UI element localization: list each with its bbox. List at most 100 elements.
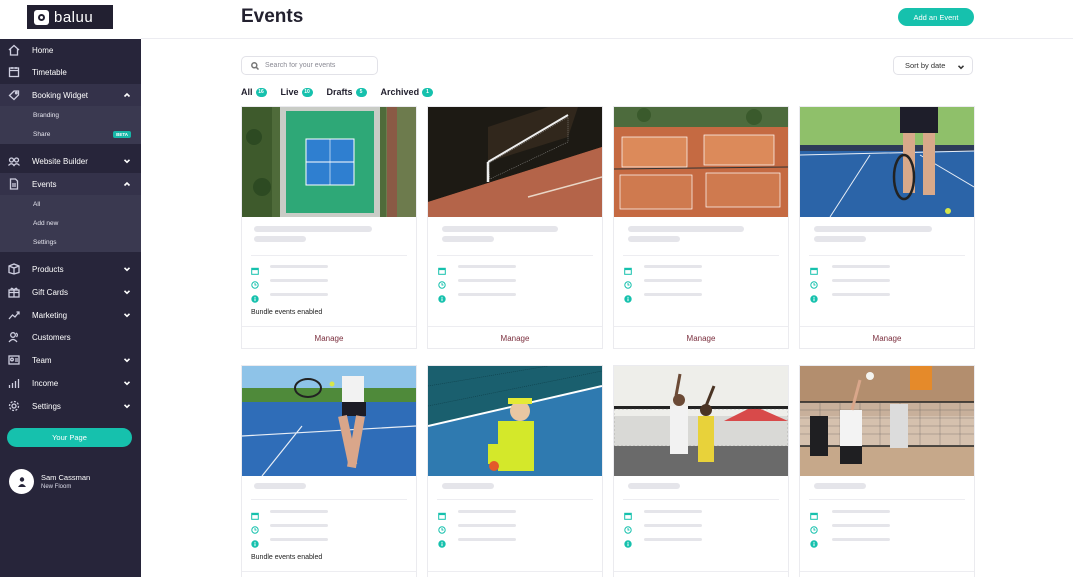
sidebar-item-marketing[interactable]: Marketing <box>0 304 141 326</box>
events-submenu: All Add new Settings <box>0 195 141 252</box>
event-card[interactable]: Manage <box>799 106 975 349</box>
clock-icon <box>251 276 259 289</box>
sidebar: baluu Home Timetable Booking Widget Bran… <box>0 0 141 577</box>
user-avatar-icon <box>17 476 26 487</box>
chevron-down-icon <box>123 356 131 364</box>
event-image[interactable] <box>614 107 788 217</box>
tab-archived[interactable]: Archived 1 <box>381 87 434 97</box>
tab-live[interactable]: Live 10 <box>281 87 313 97</box>
document-icon <box>7 178 21 190</box>
sidebar-item-website-builder[interactable]: Website Builder <box>0 150 141 172</box>
tab-label: Drafts <box>326 87 353 97</box>
sidebar-item-events[interactable]: Events <box>0 173 141 195</box>
sidebar-item-label: Income <box>32 378 59 388</box>
event-card[interactable]: Manage <box>427 106 603 349</box>
manage-button[interactable]: Manage <box>242 327 416 349</box>
calendar-icon <box>7 66 21 78</box>
manage-button[interactable]: Manage <box>614 327 788 349</box>
event-card[interactable] <box>799 365 975 577</box>
sidebar-item-settings[interactable]: Settings <box>0 395 141 417</box>
calendar-icon <box>810 262 818 275</box>
sidebar-subitem-all[interactable]: All <box>0 195 141 214</box>
sidebar-subitem-branding[interactable]: Branding <box>0 106 141 125</box>
tab-label: Archived <box>380 87 420 97</box>
calendar-icon <box>438 262 446 275</box>
search-box[interactable] <box>241 56 378 75</box>
user-profile[interactable]: Sam Cassman New Floom <box>9 469 90 494</box>
info-icon <box>438 290 446 303</box>
tab-all[interactable]: All 16 <box>241 87 267 97</box>
avatar <box>9 469 34 494</box>
event-image[interactable] <box>242 366 416 476</box>
manage-button[interactable]: Manage <box>428 327 602 349</box>
event-card[interactable]: Manage <box>613 106 789 349</box>
your-page-button[interactable]: Your Page <box>7 428 132 447</box>
calendar-icon <box>251 507 259 520</box>
event-image[interactable] <box>242 107 416 217</box>
sidebar-item-team[interactable]: Team <box>0 349 141 371</box>
bar-chart-icon <box>7 377 21 389</box>
logo-text: baluu <box>54 8 94 26</box>
chevron-up-icon <box>123 180 131 188</box>
sidebar-subitem-share[interactable]: Share BETA <box>0 125 141 144</box>
chevron-down-icon <box>123 288 131 296</box>
event-image[interactable] <box>428 107 602 217</box>
add-event-button[interactable]: Add an Event <box>898 8 974 26</box>
trend-icon <box>7 309 21 321</box>
clock-icon <box>810 276 818 289</box>
tab-drafts[interactable]: Drafts 5 <box>327 87 367 97</box>
sidebar-item-label: Marketing <box>32 310 68 320</box>
event-image[interactable] <box>800 107 974 217</box>
sidebar-item-income[interactable]: Income <box>0 372 141 394</box>
chevron-down-icon <box>123 379 131 387</box>
search-input[interactable] <box>265 62 375 69</box>
sidebar-item-customers[interactable]: Customers <box>0 326 141 348</box>
sidebar-subitem-add-new[interactable]: Add new <box>0 214 141 233</box>
event-image[interactable] <box>614 366 788 476</box>
sidebar-subitem-settings[interactable]: Settings <box>0 233 141 252</box>
app-root: baluu Home Timetable Booking Widget Bran… <box>0 0 1073 577</box>
subitem-label: Add new <box>33 220 59 227</box>
users-icon <box>7 155 21 167</box>
search-icon <box>251 61 259 70</box>
tag-icon <box>7 89 21 101</box>
bundle-status: Bundle events enabled <box>251 309 323 316</box>
sidebar-item-gift-cards[interactable]: Gift Cards <box>0 281 141 303</box>
event-card[interactable]: Bundle events enabled <box>241 365 417 577</box>
tab-count-badge: 16 <box>255 87 267 97</box>
gift-icon <box>7 286 21 298</box>
event-image[interactable] <box>428 366 602 476</box>
info-icon <box>251 290 259 303</box>
info-icon <box>810 535 818 548</box>
chevron-down-icon <box>123 402 131 410</box>
info-icon <box>438 535 446 548</box>
logo[interactable]: baluu <box>27 5 113 29</box>
sort-dropdown[interactable]: Sort by date <box>893 56 973 75</box>
event-card[interactable] <box>613 365 789 577</box>
event-image[interactable] <box>800 366 974 476</box>
logo-area: baluu <box>0 0 141 39</box>
sidebar-item-booking-widget[interactable]: Booking Widget <box>0 84 141 106</box>
home-icon <box>7 44 21 56</box>
calendar-icon <box>624 262 632 275</box>
sidebar-item-label: Booking Widget <box>32 90 89 100</box>
tab-label: All <box>241 87 253 97</box>
calendar-icon <box>251 262 259 275</box>
chevron-down-icon <box>957 65 965 70</box>
sidebar-item-home[interactable]: Home <box>0 39 141 61</box>
info-icon <box>624 535 632 548</box>
event-card[interactable] <box>427 365 603 577</box>
manage-button[interactable]: Manage <box>800 327 974 349</box>
info-icon <box>624 290 632 303</box>
sidebar-item-timetable[interactable]: Timetable <box>0 61 141 83</box>
sidebar-item-label: Gift Cards <box>32 287 69 297</box>
user-name: Sam Cassman <box>41 473 91 482</box>
calendar-icon <box>624 507 632 520</box>
clock-icon <box>438 521 446 534</box>
chevron-down-icon <box>123 157 131 165</box>
calendar-icon <box>810 507 818 520</box>
logo-mark-icon <box>34 9 49 25</box>
sidebar-item-products[interactable]: Products <box>0 258 141 280</box>
subitem-label: Settings <box>33 239 57 246</box>
event-card[interactable]: Bundle events enabled Manage <box>241 106 417 349</box>
